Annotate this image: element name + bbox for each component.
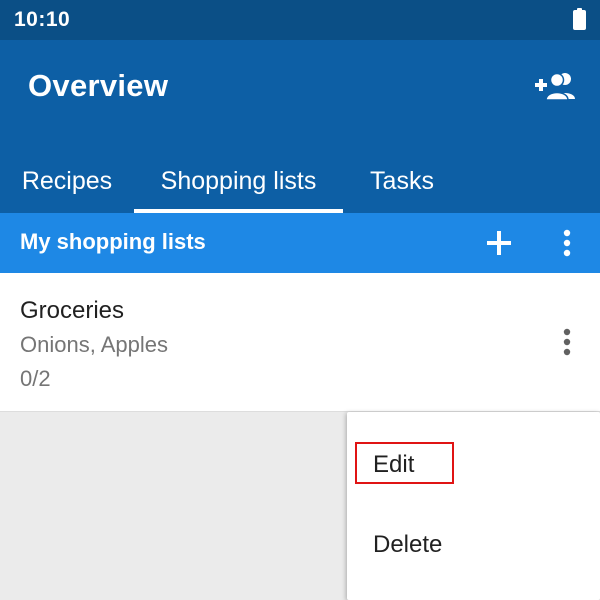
list-item[interactable]: Groceries Onions, Apples 0/2 xyxy=(0,273,600,412)
list-item-more-options-button[interactable] xyxy=(548,321,586,363)
page-title: Overview xyxy=(28,68,169,103)
add-member-button[interactable] xyxy=(534,66,578,106)
more-vert-icon xyxy=(563,229,571,257)
menu-item-label: Edit xyxy=(373,451,415,478)
menu-item-edit[interactable]: Edit xyxy=(347,426,600,506)
section-more-options-button[interactable] xyxy=(548,222,586,264)
app-bar: Overview Recipes Shopping lists Tasks xyxy=(0,40,600,213)
screen: 10:10 Overview Recipes Shopping lists Ta… xyxy=(0,0,600,600)
list-name: Groceries xyxy=(20,297,125,324)
tab-bar: Recipes Shopping lists Tasks xyxy=(0,150,600,213)
tab-tasks[interactable]: Tasks xyxy=(343,150,461,213)
plus-icon xyxy=(487,231,511,255)
tab-shopping-lists[interactable]: Shopping lists xyxy=(134,150,343,213)
tab-recipes[interactable]: Recipes xyxy=(0,150,134,213)
context-menu: Edit Delete xyxy=(347,412,600,600)
more-vert-icon xyxy=(563,328,571,356)
status-bar: 10:10 xyxy=(0,0,600,40)
status-time: 10:10 xyxy=(14,8,71,31)
battery-full-icon xyxy=(573,8,586,30)
list-progress: 0/2 xyxy=(20,366,51,391)
list-items-summary: Onions, Apples xyxy=(20,332,168,357)
add-shopping-list-button[interactable] xyxy=(478,222,520,264)
add-person-icon xyxy=(535,72,575,101)
menu-item-delete[interactable]: Delete xyxy=(347,506,600,586)
menu-item-label: Delete xyxy=(373,531,443,558)
section-header: My shopping lists xyxy=(0,213,600,273)
section-title: My shopping lists xyxy=(20,229,206,254)
